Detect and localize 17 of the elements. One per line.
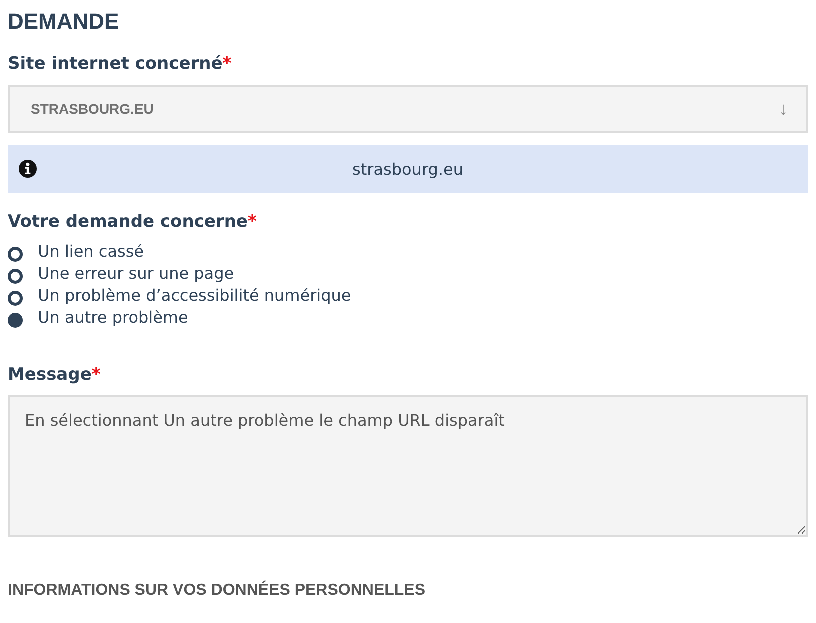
radio-option[interactable]: Un problème d’accessibilité numérique <box>8 285 808 307</box>
radio-option[interactable]: Une erreur sur une page <box>8 263 808 285</box>
radio-option[interactable]: Un lien cassé <box>8 241 808 263</box>
message-field[interactable]: En sélectionnant Un autre problème le champ URL disparaît <box>8 395 808 537</box>
section-title: INFORMATIONS SUR VOS DONNÉES PERSONNELLES <box>8 582 427 600</box>
radio-option[interactable]: Un autre problème <box>8 307 808 329</box>
field-label: Site internet concerné* <box>8 53 233 75</box>
field-label: Votre demande concerne* <box>8 211 258 233</box>
section-title: DEMANDE <box>8 9 120 35</box>
radio-button[interactable] <box>8 269 23 284</box>
site-select[interactable]: STRASBOURG.EU ↓ <box>8 85 808 133</box>
radio-button[interactable] <box>8 291 23 306</box>
info-icon <box>19 160 37 178</box>
radio-button[interactable] <box>8 247 23 262</box>
radio-button[interactable] <box>8 313 23 328</box>
info-text: strasbourg.eu <box>352 160 464 178</box>
field-label: Message* <box>8 364 102 386</box>
